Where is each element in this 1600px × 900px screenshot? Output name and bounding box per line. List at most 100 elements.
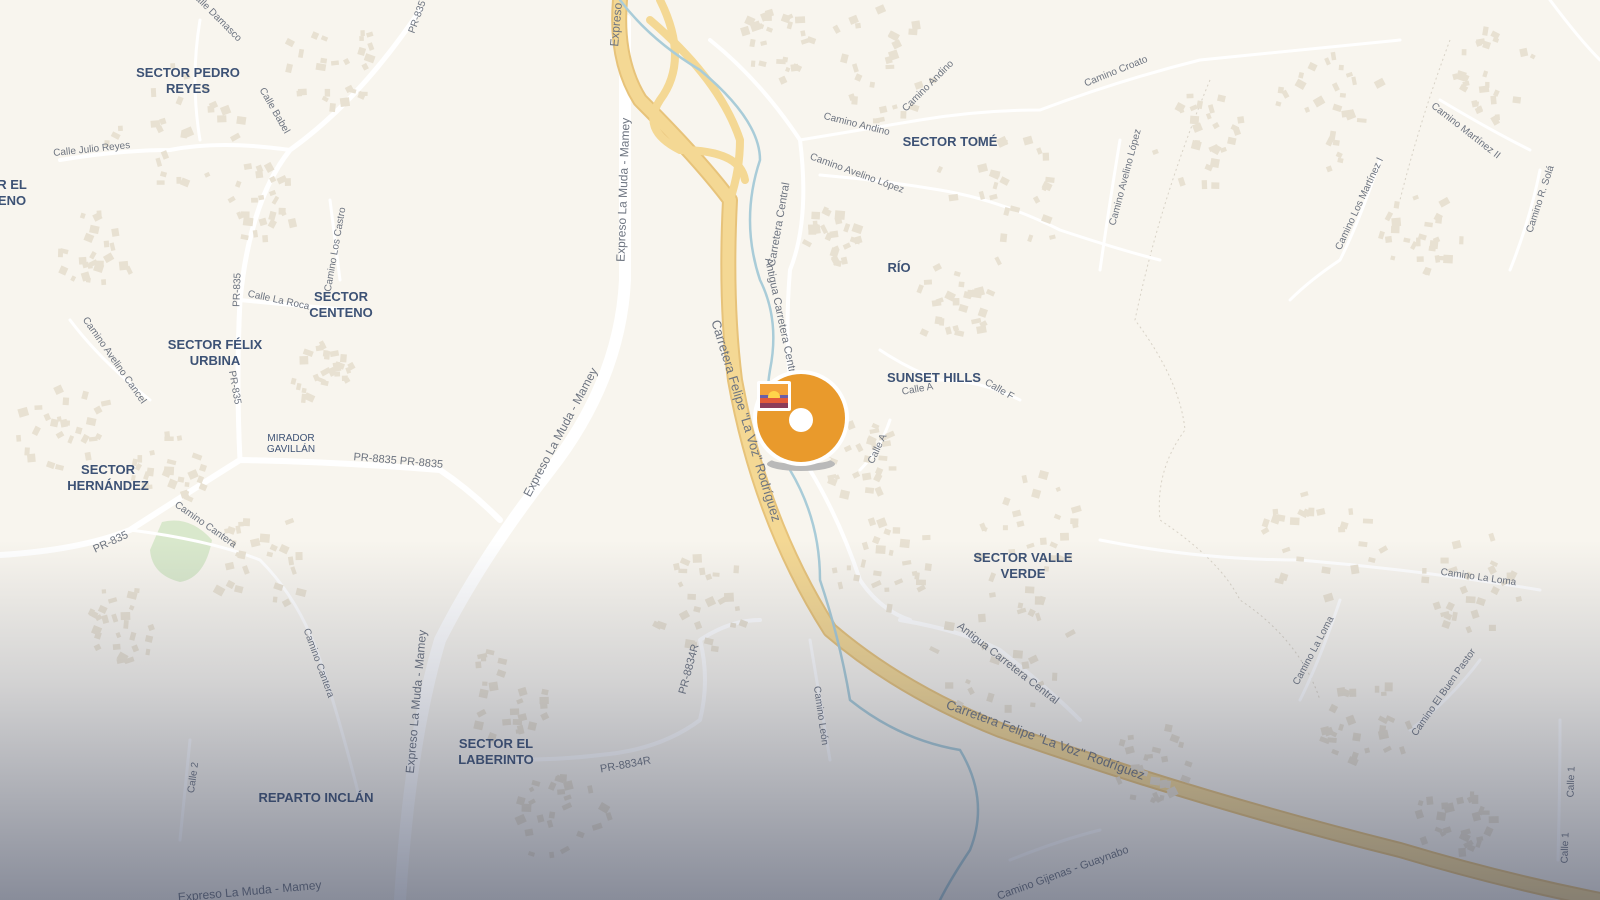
building	[137, 455, 143, 463]
building	[1358, 541, 1368, 548]
building	[884, 587, 890, 593]
building	[967, 289, 973, 297]
building	[1426, 796, 1434, 806]
building	[78, 256, 87, 265]
building	[1458, 847, 1467, 858]
building	[549, 851, 555, 859]
building	[296, 90, 303, 97]
building	[1374, 685, 1380, 693]
building	[1002, 525, 1008, 531]
building	[217, 115, 227, 123]
building	[750, 60, 756, 67]
building	[502, 718, 512, 726]
building	[915, 579, 926, 586]
building	[259, 533, 271, 543]
building	[1436, 811, 1447, 822]
building	[1042, 152, 1050, 161]
building	[1421, 576, 1430, 584]
building	[776, 58, 786, 65]
building	[1488, 816, 1499, 824]
building	[892, 527, 901, 534]
building	[478, 688, 489, 699]
building	[150, 87, 157, 98]
photo-location-marker[interactable]	[743, 370, 863, 480]
building	[177, 476, 185, 483]
building	[1002, 139, 1008, 145]
building	[101, 279, 107, 286]
building	[330, 60, 340, 66]
building	[1189, 115, 1200, 125]
building	[794, 16, 806, 24]
building	[1440, 557, 1449, 564]
building	[1428, 245, 1437, 252]
building	[341, 375, 348, 382]
building	[1352, 732, 1362, 742]
area-label: SECTOR EL LABERINTO	[458, 736, 534, 767]
building	[360, 30, 365, 37]
building	[734, 606, 741, 612]
building	[49, 418, 59, 428]
building	[958, 281, 965, 288]
building	[710, 645, 719, 653]
building	[242, 518, 251, 527]
building	[864, 487, 875, 494]
area-label: RÍO	[887, 260, 910, 275]
building	[1490, 95, 1497, 105]
building	[1201, 180, 1208, 190]
building	[1321, 566, 1331, 575]
building	[948, 193, 959, 202]
building	[811, 211, 821, 220]
building	[1237, 116, 1245, 124]
building	[284, 178, 292, 187]
building	[1416, 256, 1424, 263]
building	[359, 36, 364, 41]
building	[853, 574, 861, 582]
building	[692, 553, 703, 563]
building	[1024, 586, 1035, 594]
area-label: SUNSET HILLS	[887, 370, 981, 385]
building	[875, 545, 886, 555]
building	[1149, 776, 1161, 786]
building	[922, 534, 931, 541]
building	[1480, 810, 1490, 815]
building	[156, 180, 165, 185]
building	[888, 466, 897, 471]
building	[1349, 688, 1357, 697]
building	[923, 279, 933, 285]
building	[1384, 682, 1393, 692]
building	[258, 194, 265, 201]
building	[869, 81, 876, 88]
building	[62, 397, 70, 406]
building	[1336, 686, 1346, 697]
building	[1350, 564, 1360, 575]
building	[539, 696, 549, 705]
building	[687, 593, 696, 600]
building	[1478, 85, 1490, 94]
road-label: Calle 1	[1559, 832, 1571, 864]
building	[1461, 49, 1467, 56]
road-label: Calle 1	[1565, 766, 1577, 798]
building	[911, 20, 921, 31]
building	[924, 563, 932, 572]
building	[829, 230, 839, 239]
building	[1070, 518, 1079, 525]
building	[180, 130, 188, 139]
building	[242, 217, 254, 227]
building	[1004, 704, 1012, 713]
building	[339, 97, 351, 108]
building	[482, 681, 488, 686]
building	[339, 353, 347, 363]
building	[475, 661, 482, 669]
building	[480, 654, 487, 662]
building	[329, 103, 336, 113]
building	[134, 587, 140, 594]
building	[557, 788, 566, 795]
building	[1051, 672, 1058, 681]
building	[1039, 537, 1047, 546]
building	[251, 197, 258, 203]
building	[255, 170, 264, 179]
building	[1390, 225, 1400, 234]
building	[831, 567, 838, 574]
building	[1339, 92, 1347, 98]
building	[324, 88, 331, 97]
